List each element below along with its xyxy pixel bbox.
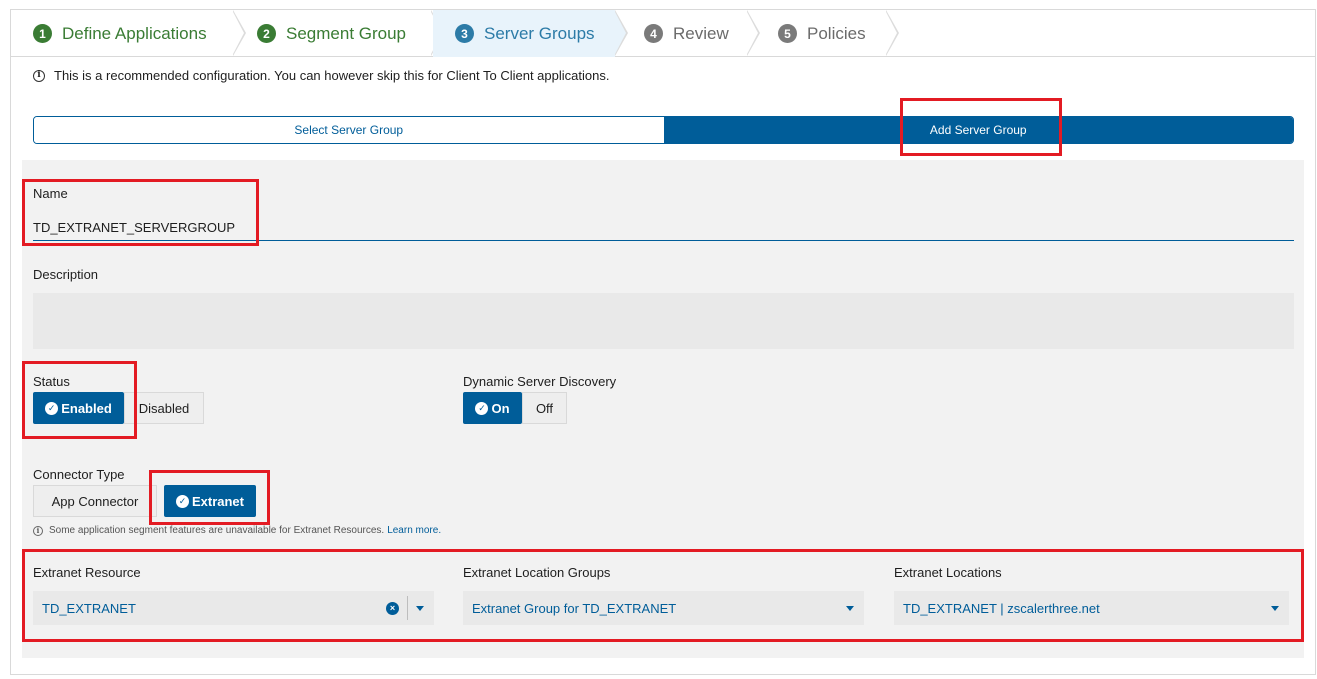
caret-down-icon[interactable]	[846, 605, 854, 611]
location-groups-value: Extranet Group for TD_EXTRANET	[472, 600, 677, 616]
connector-type-toggle: App Connector ✓ Extranet	[33, 485, 256, 517]
step-server-groups[interactable]: 3 Server Groups	[433, 10, 615, 57]
name-input-underline	[33, 240, 1294, 241]
step-number: 3	[455, 24, 474, 43]
extranet-button[interactable]: ✓ Extranet	[164, 485, 256, 517]
step-define-applications[interactable]: 1 Define Applications	[11, 10, 233, 57]
extranet-resource-label: Extranet Resource	[33, 565, 141, 580]
extranet-resource-value: TD_EXTRANET	[42, 600, 136, 616]
dynamic-discovery-label: Dynamic Server Discovery	[463, 374, 617, 389]
extranet-note: i Some application segment features are …	[33, 525, 441, 536]
extranet-locations-dropdown[interactable]: TD_EXTRANET | zscalerthree.net	[894, 591, 1289, 625]
description-textarea[interactable]	[33, 293, 1294, 349]
step-review[interactable]: 4 Review	[622, 10, 747, 57]
app-connector-button[interactable]: App Connector	[33, 485, 157, 517]
name-input[interactable]: TD_EXTRANET_SERVERGROUP	[33, 220, 235, 235]
step-number: 5	[778, 24, 797, 43]
recommendation-message: i This is a recommended configuration. Y…	[33, 68, 609, 83]
status-label: Status	[33, 374, 70, 389]
step-label: Segment Group	[286, 23, 407, 43]
learn-more-link[interactable]: Learn more.	[387, 525, 441, 536]
check-circle-icon: ✓	[176, 494, 189, 508]
status-enabled-button[interactable]: ✓ Enabled	[33, 392, 124, 424]
name-label: Name	[33, 186, 68, 201]
step-label: Review	[673, 23, 729, 43]
caret-down-icon[interactable]	[416, 605, 424, 611]
recommendation-text: This is a recommended configuration. You…	[54, 68, 610, 83]
check-circle-icon: ✓	[45, 401, 59, 415]
status-toggle: ✓ Enabled Disabled	[33, 392, 204, 424]
server-group-mode-toggle: Select Server Group Add Server Group	[33, 116, 1294, 144]
caret-down-icon[interactable]	[1271, 605, 1279, 611]
clear-icon[interactable]: ×	[386, 601, 399, 615]
status-disabled-button[interactable]: Disabled	[124, 392, 204, 424]
step-label: Server Groups	[484, 23, 595, 43]
step-policies[interactable]: 5 Policies	[756, 10, 886, 57]
dynamic-on-label: On	[491, 400, 510, 416]
status-enabled-label: Enabled	[61, 400, 112, 416]
extranet-resource-dropdown[interactable]: TD_EXTRANET ×	[33, 591, 434, 625]
step-label: Policies	[807, 23, 866, 43]
info-icon: i	[33, 525, 43, 536]
dynamic-discovery-toggle: ✓ On Off	[463, 392, 567, 424]
step-number: 1	[33, 24, 52, 43]
select-server-group-option[interactable]: Select Server Group	[34, 117, 664, 143]
step-number: 4	[644, 24, 663, 43]
description-label: Description	[33, 267, 99, 282]
step-label: Define Applications	[62, 23, 207, 43]
step-segment-group[interactable]: 2 Segment Group	[235, 10, 431, 57]
add-server-group-option[interactable]: Add Server Group	[663, 117, 1293, 143]
connector-type-label: Connector Type	[33, 467, 125, 482]
extranet-locations-value: TD_EXTRANET | zscalerthree.net	[903, 600, 1100, 616]
info-icon: i	[33, 69, 45, 82]
location-groups-dropdown[interactable]: Extranet Group for TD_EXTRANET	[463, 591, 864, 625]
wizard-steps: 1 Define Applications 2 Segment Group 3 …	[11, 10, 1315, 57]
dynamic-on-button[interactable]: ✓ On	[463, 392, 522, 424]
extranet-label: Extranet	[191, 493, 244, 509]
extranet-locations-label: Extranet Locations	[894, 565, 1002, 580]
check-circle-icon: ✓	[475, 401, 489, 415]
step-number: 2	[257, 24, 276, 43]
extranet-note-text: Some application segment features are un…	[49, 525, 385, 536]
location-groups-label: Extranet Location Groups	[463, 565, 611, 580]
server-group-wizard: 1 Define Applications 2 Segment Group 3 …	[10, 9, 1316, 675]
dynamic-off-button[interactable]: Off	[522, 392, 567, 424]
